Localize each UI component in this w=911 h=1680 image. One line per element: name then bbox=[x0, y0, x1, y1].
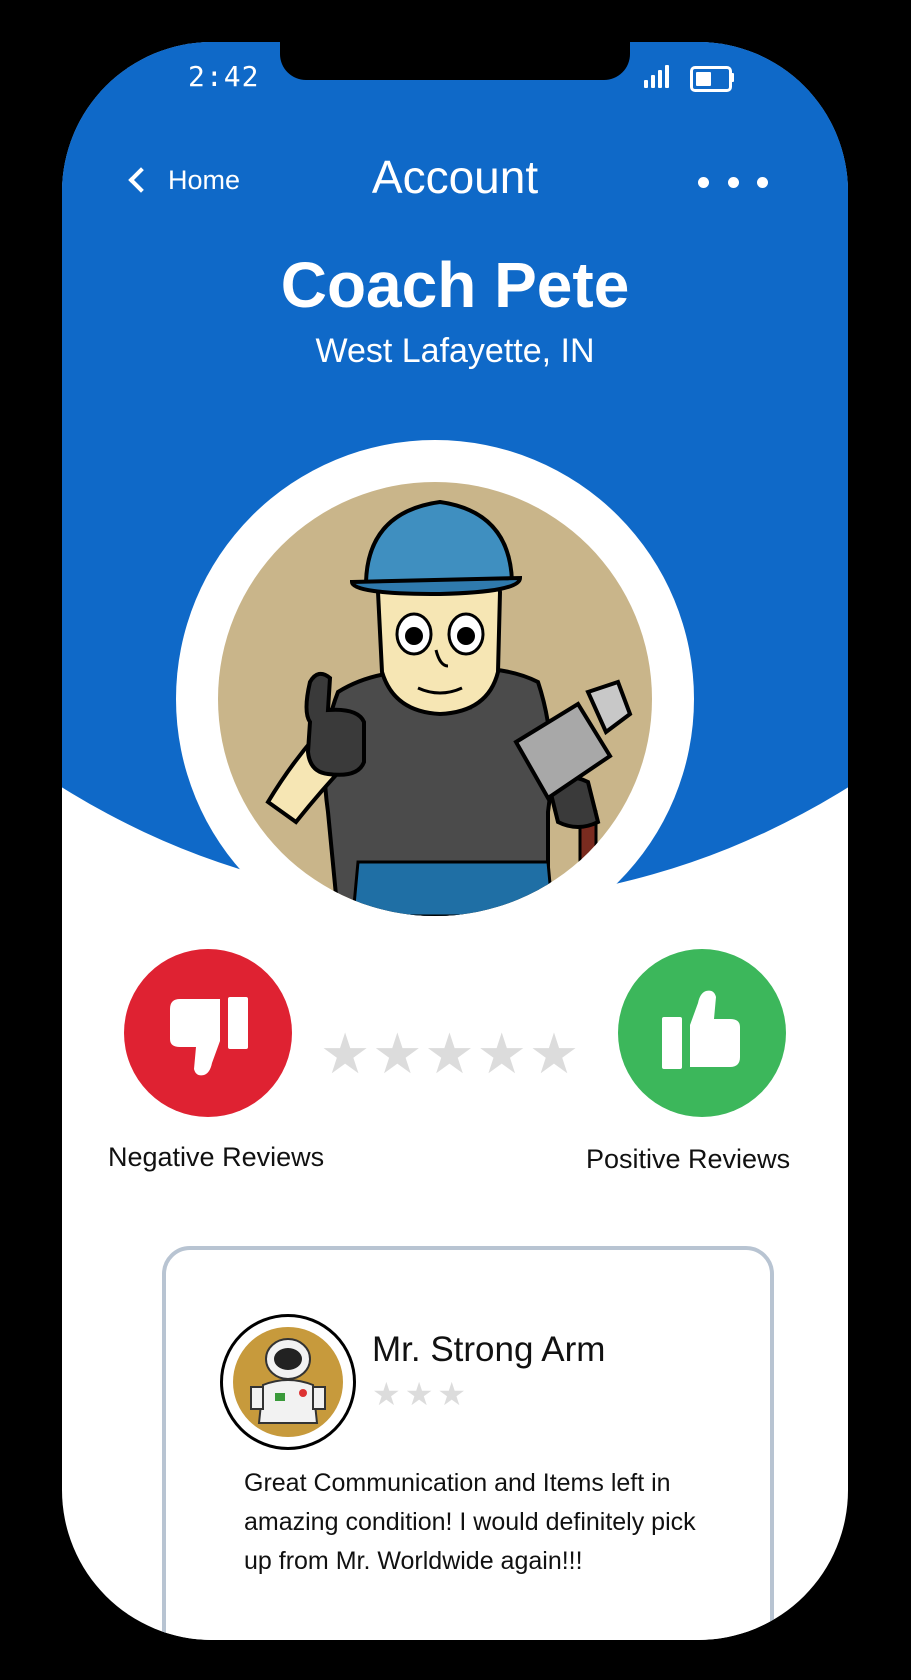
reviewer-avatar bbox=[220, 1314, 356, 1450]
star-icon: ★ bbox=[437, 1376, 467, 1412]
negative-reviews-button[interactable] bbox=[124, 949, 292, 1117]
phone-notch bbox=[280, 42, 630, 80]
reviewer-name: Mr. Strong Arm bbox=[372, 1330, 606, 1369]
more-options-icon[interactable] bbox=[698, 172, 768, 192]
profile-avatar bbox=[218, 482, 652, 916]
star-icon: ★ bbox=[528, 1022, 580, 1085]
status-time: 2:42 bbox=[188, 60, 260, 93]
astronaut-image bbox=[233, 1327, 343, 1437]
construction-worker-illustration bbox=[265, 499, 633, 916]
review-text: Great Communication and Items left in am… bbox=[244, 1469, 696, 1575]
negative-reviews-label: Negative Reviews bbox=[108, 1142, 325, 1172]
positive-reviews-button[interactable] bbox=[618, 949, 786, 1117]
star-icon: ★ bbox=[372, 1376, 401, 1412]
profile-name: Coach Pete bbox=[280, 249, 630, 321]
positive-reviews-label: Positive Reviews bbox=[586, 1144, 791, 1174]
thumbs-up-icon bbox=[662, 990, 740, 1069]
star-icon: ★ bbox=[424, 1022, 475, 1085]
astronaut-icon bbox=[250, 1338, 326, 1424]
thumbs-down-icon bbox=[170, 997, 248, 1076]
star-icon: ★ bbox=[372, 1022, 423, 1085]
phone-screen: 2:42 Home Account Coach Pete West Lafaye… bbox=[62, 42, 848, 1640]
battery-cap bbox=[730, 73, 734, 82]
signal-icon bbox=[644, 64, 672, 88]
profile-location: West Lafayette, IN bbox=[315, 332, 595, 370]
overall-rating: ★ ★ ★ ★ ★ bbox=[320, 1022, 579, 1086]
star-icon: ★ bbox=[320, 1022, 371, 1085]
star-icon: ★ bbox=[404, 1376, 434, 1412]
battery-icon bbox=[690, 66, 732, 92]
review-card[interactable]: Mr. Strong Arm ★ ★ ★ Great Communication… bbox=[162, 1246, 774, 1640]
review-rating: ★ ★ ★ bbox=[372, 1378, 466, 1410]
star-icon: ★ bbox=[476, 1022, 527, 1085]
